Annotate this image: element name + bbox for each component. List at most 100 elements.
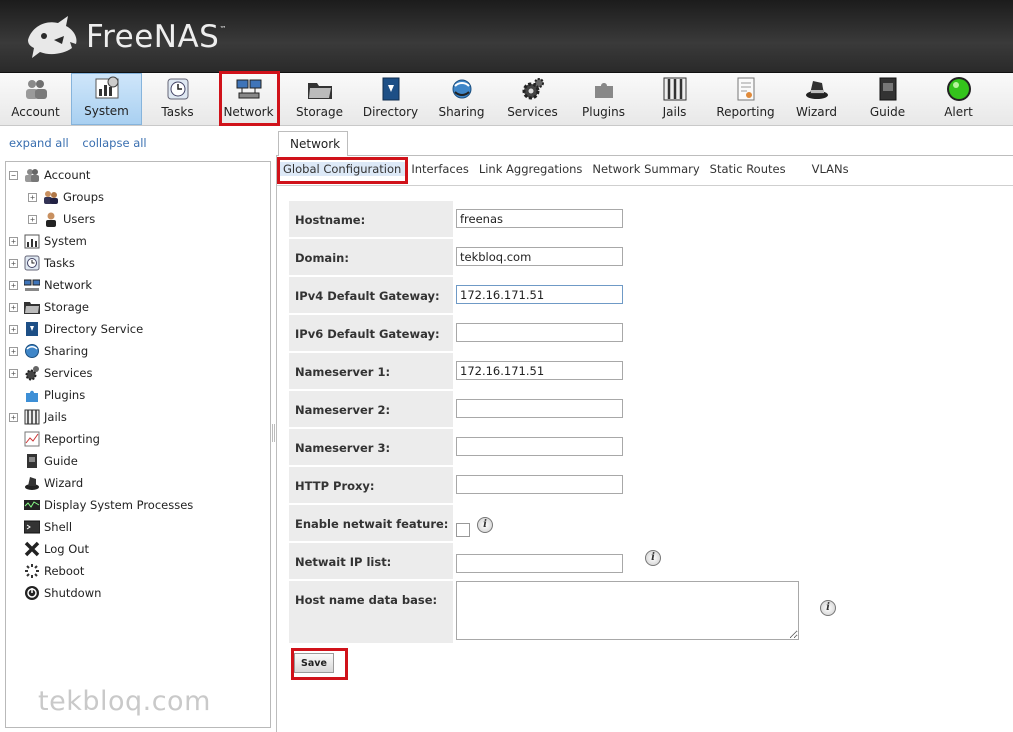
subtab-static-routes[interactable]: Static Routes	[705, 162, 791, 176]
jails-bars-icon	[662, 76, 688, 102]
subtab-vlans[interactable]: VLANs	[807, 162, 854, 176]
subtab-link-aggregations[interactable]: Link Aggregations	[474, 162, 588, 176]
toolbar-label: Alert	[944, 105, 973, 119]
main-toolbar: Account System Tasks Network Storage Dir…	[0, 73, 1013, 126]
toolbar-tasks-button[interactable]: Tasks	[142, 73, 213, 125]
tree-item-storage[interactable]: + Storage	[9, 297, 89, 317]
expand-toggle-icon[interactable]: +	[28, 214, 37, 224]
http-proxy-input[interactable]	[456, 475, 623, 494]
info-icon[interactable]: i	[820, 600, 836, 616]
domain-label: Domain:	[289, 239, 453, 275]
network-subtabs: Global Configuration Interfaces Link Agg…	[278, 162, 854, 176]
tree-item-label: Users	[63, 212, 96, 226]
tree-item-plugins[interactable]: Plugins	[9, 385, 85, 405]
storage-folder-icon	[24, 299, 40, 315]
info-icon[interactable]: i	[645, 550, 661, 566]
toolbar-alert-button[interactable]: Alert	[923, 73, 994, 125]
hostname-label: Hostname:	[289, 201, 453, 237]
expand-toggle-icon[interactable]: +	[9, 324, 18, 334]
reporting-document-icon	[733, 76, 759, 102]
expand-toggle-icon[interactable]: +	[9, 258, 18, 268]
tree-item-wizard[interactable]: Wizard	[9, 473, 83, 493]
expand-toggle-icon[interactable]: +	[9, 302, 18, 312]
expand-toggle-icon[interactable]: +	[9, 236, 18, 246]
collapse-all-link[interactable]: collapse all	[82, 136, 146, 150]
tree-item-reboot[interactable]: Reboot	[9, 561, 84, 581]
guide-book-icon	[24, 453, 40, 469]
toolbar-sharing-button[interactable]: Sharing	[426, 73, 497, 125]
info-icon[interactable]: i	[477, 517, 493, 533]
tree-item-system[interactable]: + System	[9, 231, 87, 251]
toolbar-label: Directory	[362, 105, 419, 119]
processes-monitor-icon	[24, 497, 40, 513]
directory-book-icon	[24, 321, 40, 337]
tree-item-users[interactable]: + Users	[28, 209, 95, 229]
services-gears-icon	[24, 365, 40, 381]
storage-folder-icon	[307, 76, 333, 102]
domain-input[interactable]	[456, 247, 623, 266]
ipv6-gateway-input[interactable]	[456, 323, 623, 342]
expand-toggle-icon[interactable]: +	[9, 280, 18, 290]
subtab-global-configuration[interactable]: Global Configuration	[278, 162, 407, 176]
nameserver-3-input[interactable]	[456, 437, 623, 456]
tree-item-log-out[interactable]: Log Out	[9, 539, 89, 559]
tree-item-reporting[interactable]: Reporting	[9, 429, 100, 449]
tree-item-guide[interactable]: Guide	[9, 451, 78, 471]
tree-item-account[interactable]: − Account	[9, 165, 90, 185]
shell-terminal-icon	[24, 519, 40, 535]
toolbar-label: Jails	[662, 105, 687, 119]
panel-splitter[interactable]	[272, 424, 275, 442]
toolbar-system-button[interactable]: System	[71, 73, 142, 125]
netwait-enable-checkbox[interactable]	[456, 523, 470, 537]
toolbar-plugins-button[interactable]: Plugins	[568, 73, 639, 125]
tree-item-tasks[interactable]: + Tasks	[9, 253, 75, 273]
netwait-ips-input[interactable]	[456, 554, 623, 573]
users-icon	[23, 76, 49, 102]
hosts-db-textarea[interactable]	[456, 581, 799, 640]
toolbar-jails-button[interactable]: Jails	[639, 73, 710, 125]
expand-toggle-icon[interactable]: +	[9, 412, 18, 422]
subtab-network-summary[interactable]: Network Summary	[587, 162, 704, 176]
nameserver-2-input[interactable]	[456, 399, 623, 418]
tree-item-label: Shutdown	[44, 586, 102, 600]
tree-item-groups[interactable]: + Groups	[28, 187, 104, 207]
row-hosts-db: Host name data base: i	[289, 581, 836, 643]
tree-item-shell[interactable]: Shell	[9, 517, 72, 537]
subtab-interfaces[interactable]: Interfaces	[406, 162, 473, 176]
system-chart-icon	[24, 233, 40, 249]
toolbar-directory-button[interactable]: Directory	[355, 73, 426, 125]
hostname-input[interactable]	[456, 209, 623, 228]
tree-item-label: Sharing	[44, 344, 89, 358]
tree-item-jails[interactable]: + Jails	[9, 407, 67, 427]
expand-all-link[interactable]: expand all	[9, 136, 69, 150]
nameserver-1-input[interactable]	[456, 361, 623, 380]
expand-toggle-icon[interactable]: +	[9, 368, 18, 378]
toolbar-guide-button[interactable]: Guide	[852, 73, 923, 125]
toolbar-account-button[interactable]: Account	[0, 73, 71, 125]
tab-network[interactable]: Network	[278, 131, 348, 156]
save-button[interactable]: Save	[294, 653, 334, 673]
toolbar-label: Reporting	[716, 105, 775, 119]
toolbar-reporting-button[interactable]: Reporting	[710, 73, 781, 125]
toolbar-services-button[interactable]: Services	[497, 73, 568, 125]
logout-x-icon	[24, 541, 40, 557]
tree-item-display-system-processes[interactable]: Display System Processes	[9, 495, 193, 515]
toolbar-network-button[interactable]: Network	[213, 73, 284, 125]
toolbar-storage-button[interactable]: Storage	[284, 73, 355, 125]
directory-book-icon	[378, 76, 404, 102]
expand-toggle-icon[interactable]: +	[28, 192, 37, 202]
tree-item-shutdown[interactable]: Shutdown	[9, 583, 101, 603]
clock-icon	[165, 76, 191, 102]
toolbar-label: Account	[11, 105, 60, 119]
tree-item-sharing[interactable]: + Sharing	[9, 341, 88, 361]
tree-item-network[interactable]: + Network	[9, 275, 92, 295]
collapse-toggle-icon[interactable]: −	[9, 170, 18, 180]
toolbar-wizard-button[interactable]: Wizard	[781, 73, 852, 125]
ipv4-gateway-input[interactable]	[456, 285, 623, 304]
expand-toggle-icon[interactable]: +	[9, 346, 18, 356]
tree-item-directory-service[interactable]: + Directory Service	[9, 319, 143, 339]
tree-item-services[interactable]: + Services	[9, 363, 93, 383]
tree-item-label: Jails	[44, 410, 67, 424]
